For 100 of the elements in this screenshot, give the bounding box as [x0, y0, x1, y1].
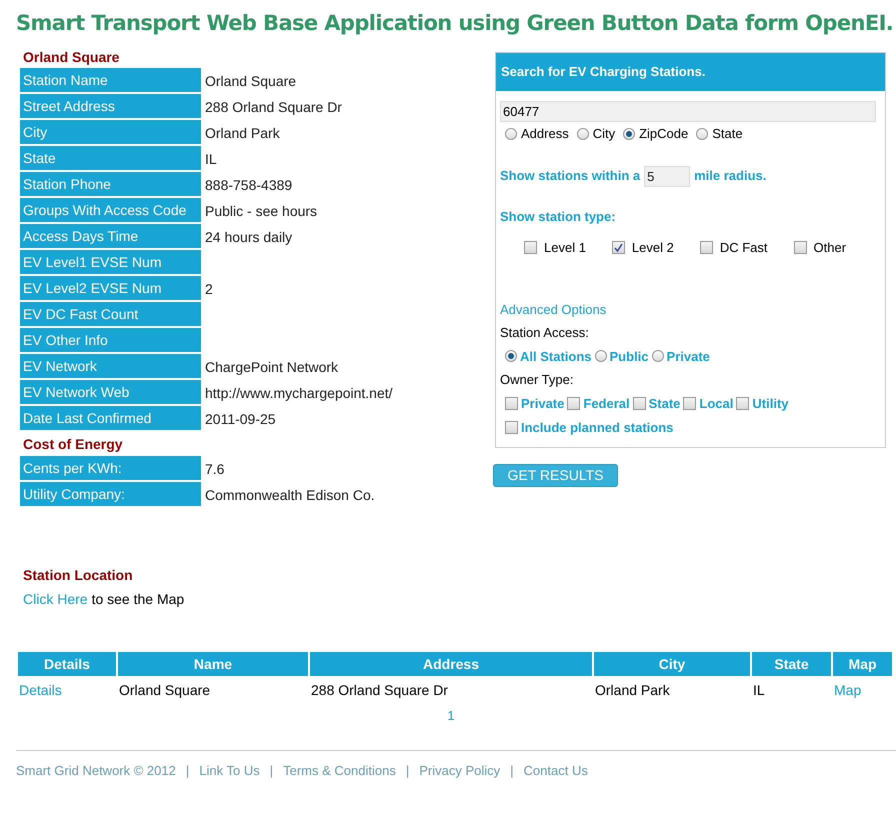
field-value: http://www.mychargepoint.net/	[204, 384, 393, 403]
radio-button[interactable]	[505, 128, 517, 140]
radius-field[interactable]: 5	[644, 166, 690, 186]
field-label: Access Days Time	[20, 224, 201, 250]
radius-label: Show stations within a	[500, 167, 640, 186]
checkbox[interactable]	[505, 421, 518, 434]
checkbox-label: Level 2	[632, 239, 674, 257]
radio-button[interactable]	[652, 350, 664, 362]
checkbox-label: Private	[521, 394, 564, 412]
radio-label: City	[592, 125, 616, 143]
section-heading: Station Location	[22, 566, 134, 584]
radio-label: Private	[666, 348, 710, 366]
field-value: Commonwealth Edison Co.	[204, 486, 375, 504]
advanced-options-link[interactable]: Advanced Options	[500, 300, 881, 319]
column-header: Name	[118, 652, 308, 676]
field-label: City	[20, 120, 201, 146]
checkbox[interactable]	[700, 241, 713, 254]
radio-button[interactable]	[505, 350, 517, 362]
field-label: EV Other Info	[20, 328, 201, 354]
section-heading: Cost of Energy	[22, 434, 124, 454]
field-label: Station Phone	[20, 172, 201, 198]
checkbox-label: Local	[699, 394, 734, 412]
owner-type-label: Owner Type:	[500, 371, 574, 389]
field-value: 2011-09-25	[204, 410, 276, 428]
checkbox-label: Federal	[583, 394, 630, 412]
field-value: 2	[204, 280, 213, 298]
field-value: 24 hours daily	[204, 228, 292, 247]
checkbox[interactable]	[505, 396, 518, 410]
footer-separator: |	[510, 762, 514, 780]
checkbox[interactable]	[524, 241, 537, 254]
field-value: ChargePoint Network	[204, 358, 338, 377]
radius-label: mile radius.	[694, 167, 766, 186]
checkbox-label: Include planned stations	[521, 419, 674, 437]
radio-label: ZipCode	[639, 125, 688, 143]
checkbox[interactable]	[612, 241, 625, 254]
field-label: EV Level1 EVSE Num	[20, 250, 201, 276]
field-value: Orland Square	[204, 72, 296, 91]
radio-button[interactable]	[696, 128, 708, 140]
footer-link[interactable]: Contact Us	[524, 760, 588, 780]
checkbox-label: DC Fast	[720, 239, 768, 257]
field-label: Cents per KWh:	[20, 456, 201, 482]
checkbox-label: Other	[814, 239, 846, 257]
radio-label: All Stations	[520, 348, 592, 366]
panel-header: Search for EV Charging Stations.	[496, 53, 885, 91]
radio-label: Public	[610, 348, 649, 366]
map-link-text: to see the Map	[92, 590, 184, 609]
checkbox[interactable]	[567, 396, 580, 410]
footer-link[interactable]: Terms & Conditions	[283, 760, 396, 780]
radio-label: Address	[521, 125, 569, 143]
column-header: Address	[310, 652, 592, 676]
radio-button[interactable]	[594, 350, 607, 362]
station-access-label: Station Access:	[500, 324, 590, 342]
get-results-button[interactable]: GET RESULTS	[493, 464, 618, 487]
field-label: EV Level2 EVSE Num	[20, 276, 201, 302]
copyright-text: Smart Grid Network © 2012	[16, 762, 176, 780]
column-header: Map	[833, 652, 892, 676]
field-value: IL	[204, 150, 217, 168]
field-label: EV DC Fast Count	[20, 302, 201, 328]
footer-separator: |	[270, 762, 274, 780]
field-label: Date Last Confirmed	[20, 406, 201, 432]
field-label: State	[20, 146, 201, 172]
page-title: Smart Transport Web Base Application using Green Button Data form OpenEI.	[15, 10, 894, 37]
table-cell: Orland Park	[595, 682, 670, 698]
map-link[interactable]: Click Here	[23, 588, 88, 610]
field-value: 288 Orland Square Dr	[204, 98, 342, 117]
field-value: 7.6	[204, 460, 224, 478]
checkbox[interactable]	[794, 241, 807, 254]
field-label: Station Name	[20, 68, 201, 94]
field-label: Groups With Access Code	[20, 198, 201, 224]
field-label: Street Address	[20, 94, 201, 120]
radio-label: State	[712, 125, 743, 143]
radio-button[interactable]	[576, 128, 589, 140]
map-link[interactable]: Map	[834, 682, 862, 698]
footer-separator: |	[186, 762, 190, 780]
footer-link[interactable]: Privacy Policy	[419, 760, 500, 780]
field-label: EV Network Web	[20, 380, 201, 406]
field-label: EV Network	[20, 354, 201, 380]
details-link[interactable]: Details	[19, 682, 62, 698]
footer-link[interactable]: Link To Us	[199, 760, 260, 780]
checkbox-label: Utility	[752, 394, 789, 413]
table-cell: 288 Orland Square Dr	[311, 682, 448, 698]
section-heading: Orland Square	[22, 48, 120, 67]
table-cell: Orland Square	[119, 682, 210, 698]
checkbox-label: State	[648, 394, 680, 412]
field-value: 888-758-4389	[204, 176, 292, 194]
field-value: Public - see hours	[204, 202, 318, 220]
search-field[interactable]: 60477	[500, 101, 876, 122]
column-header: City	[594, 652, 750, 676]
station-type-label: Show station type:	[500, 208, 617, 226]
radio-button[interactable]	[623, 128, 636, 140]
page-link[interactable]: 1	[447, 706, 455, 726]
table-cell: IL	[753, 682, 765, 698]
field-label: Utility Company:	[20, 482, 201, 508]
checkbox[interactable]	[736, 396, 750, 410]
checkbox-label: Level 1	[544, 239, 586, 257]
checkbox[interactable]	[683, 396, 696, 410]
column-header: State	[752, 652, 831, 676]
field-value: Orland Park	[204, 124, 280, 142]
column-header: Details	[18, 652, 116, 676]
checkbox[interactable]	[632, 396, 646, 410]
